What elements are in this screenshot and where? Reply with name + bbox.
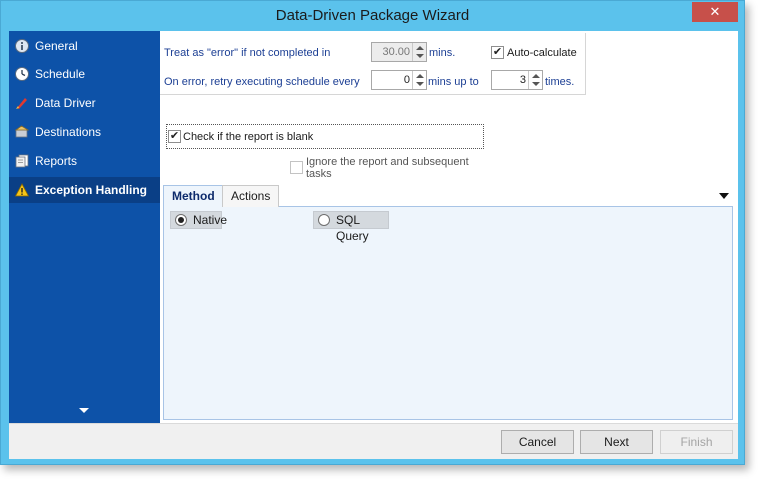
check-blank-checkbox[interactable]: ✔: [168, 130, 181, 143]
close-button[interactable]: ✕: [692, 2, 738, 22]
sidebar-item-general[interactable]: General: [9, 33, 160, 59]
stepper-up-icon[interactable]: [416, 74, 424, 78]
checkmark-icon: ✔: [492, 46, 503, 58]
scroll-down-icon[interactable]: [79, 408, 89, 413]
sidebar-item-data-driver[interactable]: Data Driver: [9, 90, 160, 116]
tab-method[interactable]: Method: [163, 185, 224, 207]
sidebar-item-label: Destinations: [35, 125, 102, 139]
retry-unit-label: mins up to: [428, 76, 479, 88]
sidebar: General Schedule Data Driver Destination…: [9, 31, 160, 423]
stepper-down-icon[interactable]: [416, 54, 424, 58]
footer-bar: Cancel Next Finish: [9, 423, 738, 459]
checkmark-icon: ✔: [169, 130, 180, 142]
stepper-up-icon[interactable]: [532, 74, 540, 78]
stepper-arrows[interactable]: [412, 71, 426, 89]
retry-minutes-value: 0: [403, 74, 410, 86]
destinations-icon: [15, 125, 29, 138]
stepper-up-icon[interactable]: [416, 46, 424, 50]
native-label: Native: [193, 213, 228, 227]
tab-label: Actions: [231, 189, 271, 203]
finish-label: Finish: [680, 435, 713, 449]
wizard-window: Data-Driven Package Wizard ✕ General Sch…: [0, 0, 745, 465]
tab-strip: Method Actions: [163, 185, 733, 207]
error-timeout-label: Treat as "error" if not completed in: [164, 47, 331, 59]
error-unit-label: mins.: [429, 47, 456, 59]
sidebar-item-exception-handling[interactable]: Exception Handling: [9, 177, 160, 203]
retry-times-value: 3: [519, 74, 526, 86]
next-button[interactable]: Next: [580, 430, 653, 454]
retry-times-unit-label: times.: [545, 76, 575, 88]
data-driver-icon: [16, 98, 27, 109]
ignore-report-checkbox[interactable]: [290, 161, 303, 174]
method-panel: Native SQL Query: [163, 207, 733, 420]
next-label: Next: [604, 435, 629, 449]
close-icon: ✕: [709, 4, 721, 19]
stepper-down-icon[interactable]: [416, 82, 424, 86]
cancel-label: Cancel: [518, 435, 557, 449]
retry-minutes-stepper[interactable]: 0: [371, 70, 427, 90]
stepper-arrows[interactable]: [412, 43, 426, 61]
main-content: Treat as "error" if not completed in 30.…: [160, 31, 738, 423]
sql-query-label: SQL Query: [336, 213, 369, 243]
sidebar-item-schedule[interactable]: Schedule: [9, 61, 160, 87]
radio-unselected-icon: [318, 214, 330, 226]
auto-calculate-label: Auto-calculate: [507, 47, 577, 59]
native-radio-option[interactable]: Native: [170, 211, 227, 229]
stepper-down-icon[interactable]: [532, 82, 540, 86]
radio-selected-icon: [175, 214, 187, 226]
auto-calculate-checkbox[interactable]: ✔: [491, 46, 504, 59]
retry-times-stepper[interactable]: 3: [491, 70, 543, 90]
sidebar-item-label: Reports: [35, 154, 78, 168]
sidebar-item-label: Exception Handling: [35, 183, 148, 197]
error-minutes-stepper[interactable]: 30.00: [371, 42, 427, 62]
check-blank-label: Check if the report is blank: [183, 131, 314, 143]
reports-icon: [15, 154, 29, 168]
error-minutes-value: 30.00: [382, 46, 410, 58]
warning-icon: [15, 183, 29, 197]
finish-button[interactable]: Finish: [660, 430, 733, 454]
info-icon: [15, 39, 29, 53]
sql-query-radio-option[interactable]: SQL Query: [313, 211, 389, 243]
ignore-report-label: Ignore the report and subsequent tasks: [306, 156, 469, 180]
window-title: Data-Driven Package Wizard: [275, 7, 470, 24]
sidebar-item-reports[interactable]: Reports: [9, 148, 160, 174]
sidebar-item-label: Schedule: [35, 67, 86, 81]
chevron-down-icon[interactable]: [719, 193, 729, 199]
sidebar-item-destinations[interactable]: Destinations: [9, 119, 160, 145]
sidebar-item-label: Data Driver: [35, 96, 96, 110]
sidebar-item-label: General: [35, 39, 78, 53]
clock-icon: [15, 67, 29, 81]
tab-label: Method: [172, 189, 215, 203]
stepper-arrows[interactable]: [528, 71, 542, 89]
cancel-button[interactable]: Cancel: [501, 430, 574, 454]
retry-label: On error, retry executing schedule every: [164, 76, 360, 88]
tab-actions[interactable]: Actions: [222, 185, 280, 207]
